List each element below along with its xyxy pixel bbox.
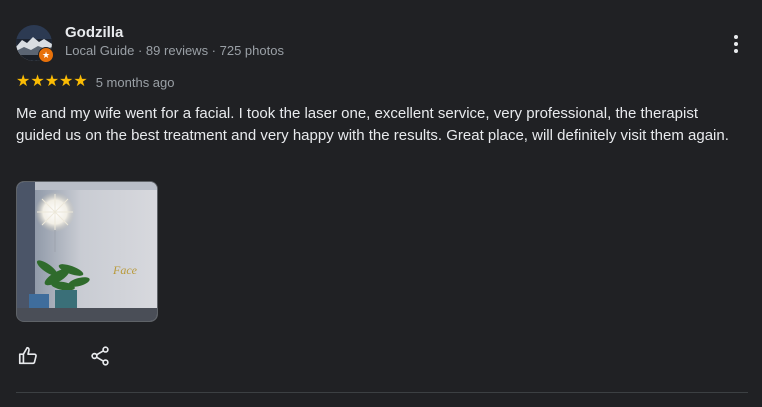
share-button[interactable] (87, 343, 113, 369)
more-dot (734, 49, 738, 53)
more-dot (734, 42, 738, 46)
thumbs-up-icon (18, 346, 37, 365)
reviewer-stats: Local Guide · 89 reviews · 725 photos (65, 43, 284, 58)
local-guide-star-icon: ★ (38, 47, 54, 63)
photo-sign-text: Face (112, 263, 138, 277)
rating-row: ★★★★★ 5 months ago (16, 73, 175, 91)
share-icon (91, 346, 109, 366)
more-dot (734, 35, 738, 39)
review-date: 5 months ago (95, 74, 175, 90)
review-photo-thumbnail[interactable]: Face (16, 181, 158, 322)
review-text: Me and my wife went for a facial. I took… (16, 105, 729, 144)
more-vertical-icon[interactable] (722, 30, 750, 58)
like-button[interactable] (15, 343, 41, 369)
star-rating: ★★★★★ (16, 73, 88, 90)
reviewer-name[interactable]: Godzilla (65, 24, 123, 41)
divider (16, 392, 748, 393)
photo-image: Face (17, 182, 157, 321)
review-card: ★ Godzilla Local Guide · 89 reviews · 72… (0, 0, 762, 407)
